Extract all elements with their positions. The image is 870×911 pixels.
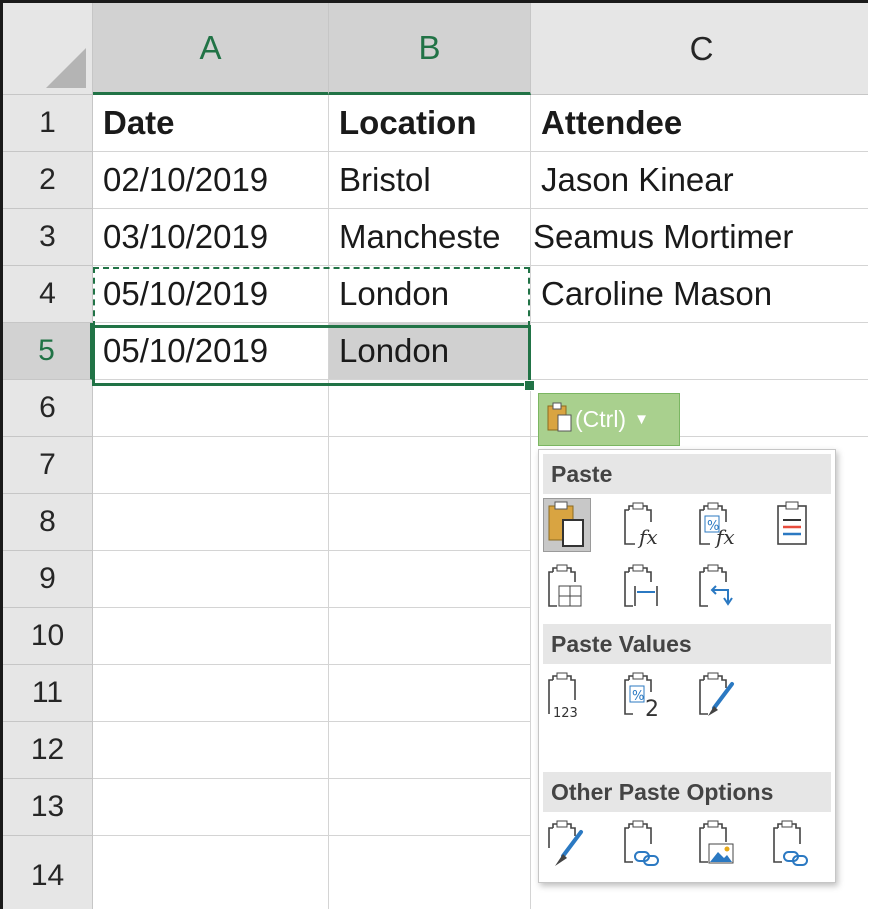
keep-source-formatting-icon (777, 501, 807, 545)
excel-window: A B C 1 2 3 4 5 6 7 8 9 10 11 12 13 14 D… (0, 0, 868, 909)
cell-b9[interactable] (329, 551, 531, 608)
keep-column-widths-icon (624, 564, 658, 607)
values-source-formatting-icon (699, 672, 734, 716)
cell-a12[interactable] (93, 722, 329, 779)
cell-a3[interactable]: 03/10/2019 (93, 209, 329, 266)
row-header-6[interactable]: 6 (3, 380, 93, 437)
cell-b3[interactable]: Mancheste (329, 209, 531, 266)
transpose-icon (699, 564, 733, 607)
cell-a7[interactable] (93, 437, 329, 494)
paste-option-keep-column-widths[interactable] (619, 560, 667, 614)
paste-link-icon (624, 820, 659, 866)
section-header-paste-values: Paste Values (543, 624, 831, 664)
paste-option-formulas-number-formatting[interactable]: % fx (694, 498, 742, 552)
selection-range (92, 325, 531, 386)
row-header-1[interactable]: 1 (3, 95, 93, 152)
row-header-14[interactable]: 14 (3, 836, 93, 909)
cell-a6[interactable] (93, 380, 329, 437)
paste-option-paste[interactable] (543, 498, 591, 552)
paste-formulas-icon: fx (624, 502, 658, 549)
paste-option-values-number-formatting[interactable]: % 2 (619, 668, 667, 722)
formatting-icon (548, 820, 583, 866)
paste-option-linked-picture[interactable] (768, 816, 816, 870)
cell-b13[interactable] (329, 779, 531, 836)
paste-options-label: (Ctrl) (575, 406, 627, 432)
svg-text:fx: fx (637, 525, 658, 549)
paste-option-transpose[interactable] (694, 560, 742, 614)
cell-b6[interactable] (329, 380, 531, 437)
cell-a8[interactable] (93, 494, 329, 551)
row-header-3[interactable]: 3 (3, 209, 93, 266)
cell-b14[interactable] (329, 836, 531, 909)
row-header-8[interactable]: 8 (3, 494, 93, 551)
linked-picture-icon (773, 820, 808, 866)
cell-a9[interactable] (93, 551, 329, 608)
cell-b12[interactable] (329, 722, 531, 779)
paste-option-paste-link[interactable] (619, 816, 667, 870)
cell-c4[interactable]: Caroline Mason (531, 266, 868, 323)
row-header-11[interactable]: 11 (3, 665, 93, 722)
paste-option-formulas[interactable]: fx (619, 498, 667, 552)
cell-a13[interactable] (93, 779, 329, 836)
paste-formulas-number-formatting-icon: % fx (699, 502, 735, 549)
cell-b1[interactable]: Location (329, 95, 531, 152)
row-header-9[interactable]: 9 (3, 551, 93, 608)
row-header-7[interactable]: 7 (3, 437, 93, 494)
svg-text:%: % (632, 689, 644, 704)
svg-text:123: 123 (553, 706, 578, 721)
column-header-a[interactable]: A (93, 3, 329, 95)
cell-a14[interactable] (93, 836, 329, 909)
paste-option-formatting[interactable] (543, 816, 591, 870)
cell-a11[interactable] (93, 665, 329, 722)
section-header-other-paste-options: Other Paste Options (543, 772, 831, 812)
row-header-2[interactable]: 2 (3, 152, 93, 209)
dropdown-caret-icon: ▼ (634, 411, 649, 428)
paste-option-no-borders[interactable] (543, 560, 591, 614)
cell-b7[interactable] (329, 437, 531, 494)
cell-b2[interactable]: Bristol (329, 152, 531, 209)
svg-text:2: 2 (645, 697, 659, 722)
cell-b8[interactable] (329, 494, 531, 551)
row-header-5[interactable]: 5 (3, 323, 93, 380)
values-icon: 123 (548, 672, 578, 721)
cell-c2[interactable]: Jason Kinear (531, 152, 868, 209)
paste-option-values[interactable]: 123 (543, 668, 591, 722)
cell-a10[interactable] (93, 608, 329, 665)
cell-b11[interactable] (329, 665, 531, 722)
row-header-4[interactable]: 4 (3, 266, 93, 323)
paste-icon (548, 501, 584, 547)
paste-option-keep-source-formatting[interactable] (768, 498, 816, 552)
values-number-formatting-icon: % 2 (624, 672, 659, 722)
cell-c1[interactable]: Attendee (531, 95, 868, 152)
row-header-12[interactable]: 12 (3, 722, 93, 779)
picture-icon (699, 820, 734, 864)
paste-options-menu: Paste fx % fx Paste Values 123 % 2 Other… (538, 449, 836, 883)
cell-a1[interactable]: Date (93, 95, 329, 152)
paste-option-values-source-formatting[interactable] (694, 668, 742, 722)
fill-handle[interactable] (524, 380, 535, 391)
copy-marquee (93, 267, 530, 327)
cell-b10[interactable] (329, 608, 531, 665)
row-header-10[interactable]: 10 (3, 608, 93, 665)
no-borders-icon (548, 564, 582, 607)
row-header-13[interactable]: 13 (3, 779, 93, 836)
paste-options-button[interactable]: (Ctrl) ▼ (538, 393, 680, 446)
paste-option-picture[interactable] (694, 816, 742, 870)
cell-c5[interactable] (531, 323, 868, 380)
cell-a2[interactable]: 02/10/2019 (93, 152, 329, 209)
select-all-corner[interactable] (3, 3, 93, 95)
svg-text:fx: fx (714, 525, 735, 549)
clipboard-icon (547, 401, 573, 439)
section-header-paste: Paste (543, 454, 831, 494)
column-header-b[interactable]: B (329, 3, 531, 95)
cell-c3[interactable]: Seamus Mortimer (531, 209, 868, 266)
column-header-c[interactable]: C (531, 3, 868, 95)
